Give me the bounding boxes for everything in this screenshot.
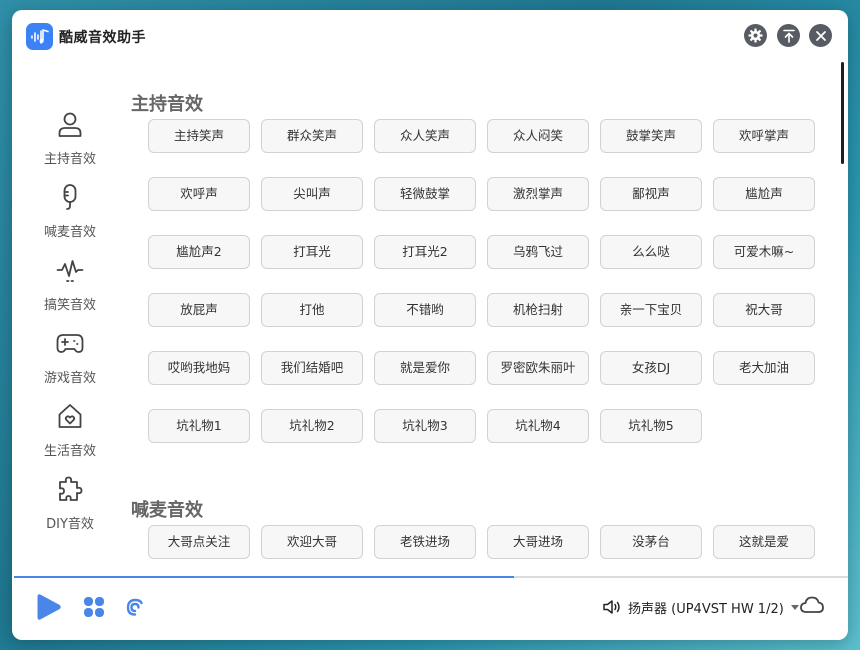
sound-effects-panel: 主持音效 主持笑声 群众笑声 众人笑声 众人闷笑 鼓掌笑声 欢呼掌声欢呼声 尖叫声 轻微鼓掌激… bbox=[12, 62, 848, 572]
title-bar: 酷威音效助手 bbox=[12, 10, 848, 62]
gear-icon bbox=[748, 28, 763, 43]
sound-effect-button[interactable]: 激烈掌声 bbox=[487, 177, 589, 211]
sound-effect-button[interactable]: 机枪扫射 bbox=[487, 293, 589, 327]
sound-effect-button[interactable]: 鼓掌笑声 bbox=[600, 119, 702, 153]
speaker-icon bbox=[603, 600, 620, 614]
pin-top-button[interactable] bbox=[777, 24, 800, 47]
play-button[interactable] bbox=[36, 593, 62, 625]
sound-effect-button[interactable]: 大哥进场 bbox=[487, 525, 589, 559]
sound-effect-button[interactable]: 众人闷笑 bbox=[487, 119, 589, 153]
sound-effect-button[interactable]: 乌鸦飞过 bbox=[487, 235, 589, 269]
output-device-label: 扬声器 (UP4VST HW 1/2) bbox=[628, 601, 784, 617]
sound-effect-button[interactable]: 欢呼声 bbox=[148, 177, 250, 211]
sound-effect-button[interactable]: 打他 bbox=[261, 293, 363, 327]
sound-effect-button[interactable]: 打耳光 bbox=[261, 235, 363, 269]
sound-effect-button[interactable]: 我们结婚吧 bbox=[261, 351, 363, 385]
cloud-button[interactable] bbox=[799, 594, 825, 620]
close-button[interactable] bbox=[809, 24, 832, 47]
sound-effect-button[interactable]: 鄙视声 bbox=[600, 177, 702, 211]
sound-effect-button[interactable]: 欢呼掌声 bbox=[713, 119, 815, 153]
pin-to-top-icon bbox=[782, 29, 795, 43]
sound-effect-button[interactable]: 坑礼物3 bbox=[374, 409, 476, 443]
sound-effect-button[interactable]: 坑礼物5 bbox=[600, 409, 702, 443]
sound-effect-button[interactable]: 尴尬声 bbox=[713, 177, 815, 211]
sound-effect-button[interactable]: 女孩DJ bbox=[600, 351, 702, 385]
section-title: 主持音效 bbox=[131, 94, 203, 115]
sound-effect-button[interactable]: 众人笑声 bbox=[374, 119, 476, 153]
sound-effect-button[interactable]: 不错哟 bbox=[374, 293, 476, 327]
sound-effect-button[interactable]: 老大加油 bbox=[713, 351, 815, 385]
close-icon bbox=[815, 30, 826, 41]
sound-effect-button[interactable]: 罗密欧朱丽叶 bbox=[487, 351, 589, 385]
app-title: 酷威音效助手 bbox=[59, 30, 146, 46]
settings-button[interactable] bbox=[744, 24, 767, 47]
sound-effect-button[interactable]: 主持笑声 bbox=[148, 119, 250, 153]
sound-effect-button[interactable]: 坑礼物4 bbox=[487, 409, 589, 443]
sound-effect-button[interactable]: 老铁进场 bbox=[374, 525, 476, 559]
apps-button[interactable] bbox=[83, 596, 105, 622]
sound-effect-button[interactable]: 放屁声 bbox=[148, 293, 250, 327]
sound-effect-button[interactable]: 大哥点关注 bbox=[148, 525, 250, 559]
sound-effect-button[interactable]: 尴尬声2 bbox=[148, 235, 250, 269]
sound-effect-button[interactable]: 尖叫声 bbox=[261, 177, 363, 211]
sound-effect-button[interactable]: 这就是爱 bbox=[713, 525, 815, 559]
section-title: 喊麦音效 bbox=[131, 500, 203, 521]
sound-effect-button[interactable]: 坑礼物1 bbox=[148, 409, 250, 443]
output-device-select[interactable]: 扬声器 (UP4VST HW 1/2) bbox=[602, 596, 802, 618]
sound-effect-button[interactable]: 坑礼物2 bbox=[261, 409, 363, 443]
sound-effect-button[interactable]: 群众笑声 bbox=[261, 119, 363, 153]
sound-effect-button[interactable]: 就是爱你 bbox=[374, 351, 476, 385]
play-icon bbox=[37, 594, 61, 620]
sound-effect-button[interactable]: 亲一下宝贝 bbox=[600, 293, 702, 327]
sound-effect-button[interactable]: 可爱木嘛~ bbox=[713, 235, 815, 269]
loop-button[interactable] bbox=[125, 597, 145, 621]
sound-effect-button[interactable]: 么么哒 bbox=[600, 235, 702, 269]
sound-effect-button[interactable]: 轻微鼓掌 bbox=[374, 177, 476, 211]
scrollbar-thumb[interactable] bbox=[841, 62, 844, 164]
app-window: 酷威音效助手 主持音效 喊麦音效 搞笑音效 游戏音效 生活音效 DIY音效 主持… bbox=[12, 10, 848, 640]
grid-icon bbox=[84, 597, 104, 617]
player-bar: 扬声器 (UP4VST HW 1/2) bbox=[12, 578, 848, 640]
sound-effect-button[interactable]: 祝大哥 bbox=[713, 293, 815, 327]
sound-effect-button[interactable]: 没茅台 bbox=[600, 525, 702, 559]
app-logo-icon bbox=[26, 23, 53, 50]
sound-effect-button[interactable]: 打耳光2 bbox=[374, 235, 476, 269]
sound-effect-button[interactable]: 欢迎大哥 bbox=[261, 525, 363, 559]
spiral-icon bbox=[126, 598, 143, 616]
sound-effect-button[interactable]: 哎哟我地妈 bbox=[148, 351, 250, 385]
cloud-icon bbox=[800, 596, 824, 613]
